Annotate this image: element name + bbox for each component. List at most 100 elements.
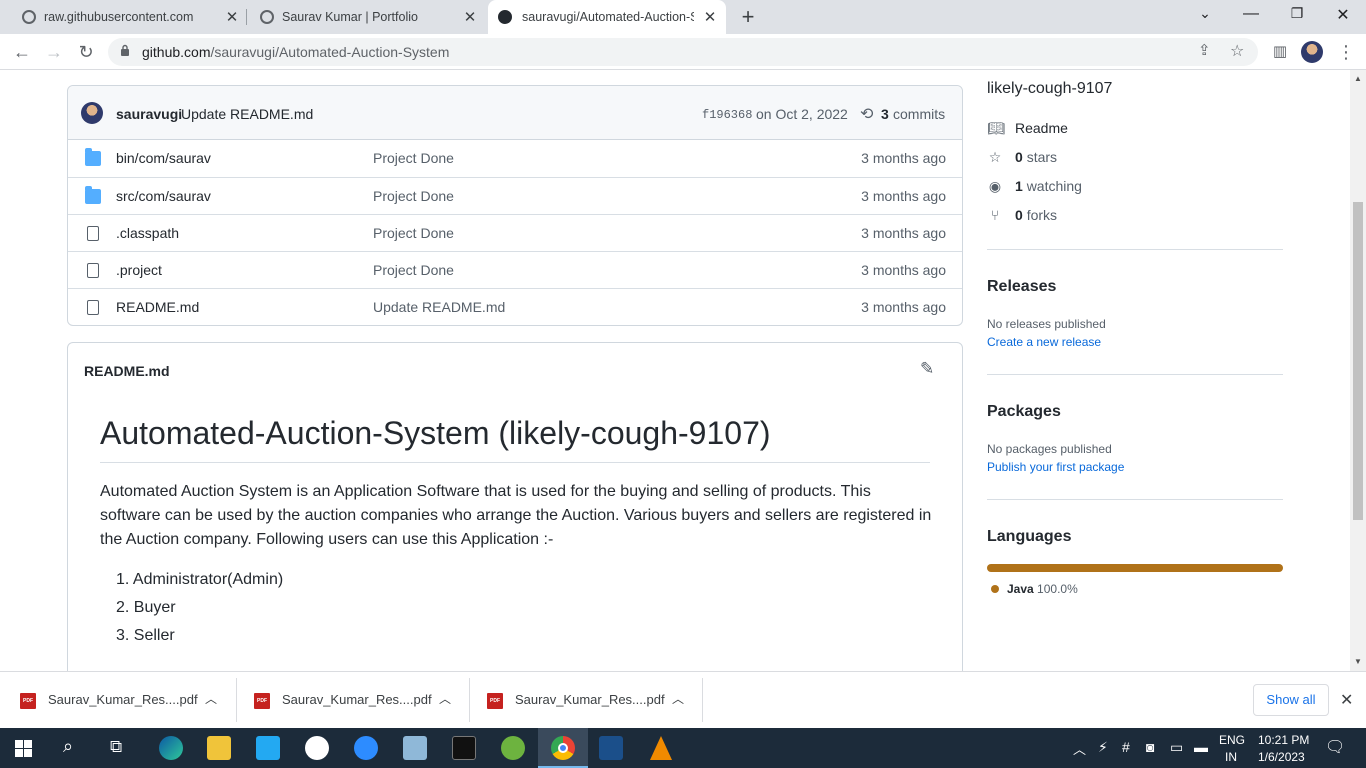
publish-package-link[interactable]: Publish your first package xyxy=(987,460,1124,474)
file-name[interactable]: .project xyxy=(116,262,162,278)
packages-heading[interactable]: Packages xyxy=(987,403,1061,421)
network-off-icon[interactable]: ⚡ xyxy=(1098,739,1108,756)
clock-time[interactable]: 10:21 PM xyxy=(1258,733,1309,747)
terminal-icon[interactable] xyxy=(452,736,476,760)
notepad-icon[interactable] xyxy=(403,736,427,760)
file-row[interactable]: src/com/saurav Project Done 3 months ago xyxy=(68,177,962,214)
tab-title: raw.githubusercontent.com xyxy=(44,10,194,24)
file-age: 3 months ago xyxy=(861,299,946,315)
file-row[interactable]: README.md Update README.md 3 months ago xyxy=(68,288,962,325)
zoom-icon[interactable] xyxy=(354,736,378,760)
forward-button[interactable]: → xyxy=(42,40,66,64)
file-age: 3 months ago xyxy=(861,150,946,166)
file-commit-message[interactable]: Project Done xyxy=(373,188,454,204)
display-icon[interactable]: ▭ xyxy=(1170,739,1183,756)
create-release-link[interactable]: Create a new release xyxy=(987,335,1101,349)
file-name[interactable]: README.md xyxy=(116,299,199,315)
menu-kebab-icon[interactable]: ⋮ xyxy=(1334,40,1358,64)
pdf-icon: PDF xyxy=(487,693,503,709)
download-item[interactable]: PDF Saurav_Kumar_Res....pdf ︿ xyxy=(234,672,470,729)
forks-label: forks xyxy=(1026,207,1058,223)
slack-tray-icon[interactable]: # xyxy=(1122,739,1130,755)
watching-link[interactable]: ◉ 1 watching xyxy=(987,178,1082,195)
webcam-icon[interactable]: ◙ xyxy=(1146,739,1154,755)
folder-icon xyxy=(85,148,101,166)
restore-button[interactable]: ❐ xyxy=(1274,5,1320,22)
language-bar-java xyxy=(987,564,1283,572)
address-bar[interactable]: github.com/sauravugi/Automated-Auction-S… xyxy=(108,38,1258,66)
mysql-icon[interactable] xyxy=(599,736,623,760)
tab-raw-githubusercontent[interactable]: raw.githubusercontent.com ✕ xyxy=(0,0,246,34)
edge-icon[interactable] xyxy=(159,736,183,760)
commit-date[interactable]: on Oct 2, 2022 xyxy=(756,106,848,122)
bookmark-star-icon[interactable]: ☆ xyxy=(1230,41,1244,61)
commits-count[interactable]: 3 xyxy=(881,106,889,122)
spring-tool-suite-icon[interactable] xyxy=(501,736,525,760)
close-window-button[interactable]: ✕ xyxy=(1320,5,1366,25)
tab-github-repo[interactable]: sauravugi/Automated-Auction-Sy ✕ xyxy=(488,0,726,34)
file-row[interactable]: bin/com/saurav Project Done 3 months ago xyxy=(68,140,962,177)
task-view-icon[interactable]: ⧉ xyxy=(110,737,122,757)
language-indicator-bottom[interactable]: IN xyxy=(1225,750,1237,764)
language-indicator-top[interactable]: ENG xyxy=(1219,733,1245,747)
file-name[interactable]: src/com/saurav xyxy=(116,188,211,204)
download-item[interactable]: PDF Saurav_Kumar_Res....pdf ︿ xyxy=(0,672,236,729)
file-row[interactable]: .classpath Project Done 3 months ago xyxy=(68,214,962,251)
chevron-up-icon[interactable]: ︿ xyxy=(672,690,684,707)
file-commit-message[interactable]: Project Done xyxy=(373,150,454,166)
author-avatar[interactable] xyxy=(81,102,103,124)
chevron-up-icon[interactable]: ︿ xyxy=(205,690,217,707)
show-all-button[interactable]: Show all xyxy=(1253,684,1329,716)
tab-portfolio[interactable]: Saurav Kumar | Portfolio ✕ xyxy=(238,0,488,34)
file-commit-message[interactable]: Project Done xyxy=(373,225,454,241)
forks-link[interactable]: ⑂ 0 forks xyxy=(987,207,1057,223)
releases-heading[interactable]: Releases xyxy=(987,278,1056,296)
new-tab-button[interactable]: + xyxy=(736,4,760,30)
close-tab-icon[interactable]: ✕ xyxy=(702,8,718,26)
reload-button[interactable]: ↻ xyxy=(74,40,98,64)
stars-link[interactable]: ☆ 0 stars xyxy=(987,149,1057,166)
download-filename: Saurav_Kumar_Res....pdf xyxy=(48,692,198,707)
latest-commit-bar: sauravugi Update README.md f196368 on Oc… xyxy=(68,86,962,140)
readme-filename: README.md xyxy=(84,363,170,379)
tab-search-chevron-icon[interactable]: ⌄ xyxy=(1182,5,1228,22)
commits-label[interactable]: commits xyxy=(893,106,945,122)
minimize-button[interactable]: — xyxy=(1228,5,1274,23)
file-row[interactable]: .project Project Done 3 months ago xyxy=(68,251,962,288)
history-icon: ⟲ xyxy=(860,106,874,123)
page-scrollbar[interactable]: ▲ ▼ xyxy=(1350,70,1366,671)
tray-chevron-up-icon[interactable]: ︿ xyxy=(1073,739,1086,758)
chrome-active-indicator[interactable] xyxy=(538,728,588,768)
file-name[interactable]: bin/com/saurav xyxy=(116,150,211,166)
close-downloads-icon[interactable]: ✕ xyxy=(1340,690,1353,710)
download-item[interactable]: PDF Saurav_Kumar_Res....pdf ︿ xyxy=(467,672,703,729)
vscode-icon[interactable] xyxy=(256,736,280,760)
file-name[interactable]: .classpath xyxy=(116,225,179,241)
vlc-icon[interactable] xyxy=(650,736,672,760)
scroll-up-icon[interactable]: ▲ xyxy=(1354,74,1362,83)
search-icon[interactable]: ⌕ xyxy=(63,736,73,757)
battery-icon[interactable]: ▬ xyxy=(1194,739,1208,755)
scrollbar-thumb[interactable] xyxy=(1353,202,1363,520)
windows-start-icon[interactable] xyxy=(15,740,32,757)
back-button[interactable]: ← xyxy=(10,40,34,64)
file-commit-message[interactable]: Project Done xyxy=(373,262,454,278)
close-tab-icon[interactable]: ✕ xyxy=(462,8,478,26)
share-icon[interactable]: ⇪ xyxy=(1198,41,1211,59)
globe-icon xyxy=(22,10,36,24)
file-explorer-icon[interactable] xyxy=(207,736,231,760)
profile-avatar[interactable] xyxy=(1301,41,1323,63)
commit-message[interactable]: Update README.md xyxy=(181,106,313,122)
edit-pencil-icon[interactable]: ✎ xyxy=(920,359,934,379)
clock-date[interactable]: 1/6/2023 xyxy=(1258,750,1305,764)
slack-icon[interactable] xyxy=(305,736,329,760)
file-commit-message[interactable]: Update README.md xyxy=(373,299,505,315)
commit-hash[interactable]: f196368 xyxy=(702,108,752,122)
readme-link[interactable]: 📖︎ Readme xyxy=(987,120,1068,137)
chevron-up-icon[interactable]: ︿ xyxy=(439,690,451,707)
notification-icon[interactable]: 🗨︎ xyxy=(1325,737,1345,757)
side-panel-icon[interactable]: ▥ xyxy=(1268,40,1292,64)
language-legend-item[interactable]: Java 100.0% xyxy=(987,582,1078,596)
scroll-down-icon[interactable]: ▼ xyxy=(1354,657,1362,666)
commit-author[interactable]: sauravugi xyxy=(116,106,182,122)
